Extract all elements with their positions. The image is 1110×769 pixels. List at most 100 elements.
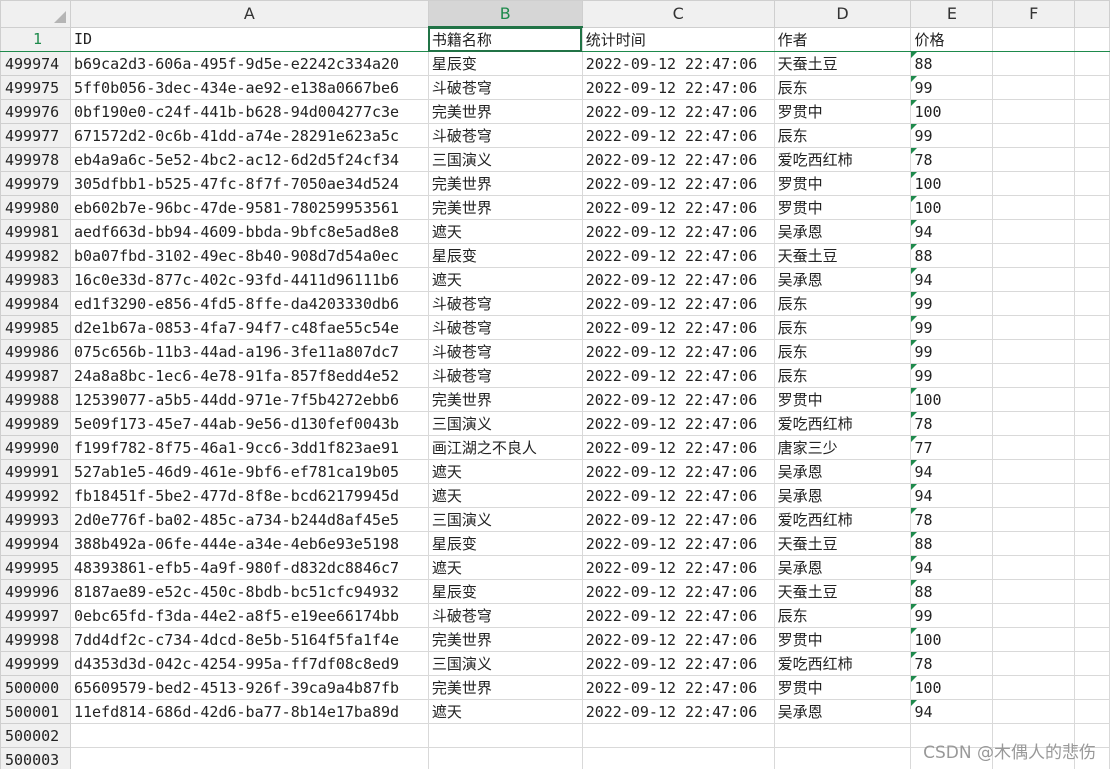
cell-empty[interactable] (1074, 507, 1110, 532)
cell-author[interactable]: 辰东 (773, 123, 912, 148)
row-header[interactable]: 499988 (0, 387, 71, 412)
cell-empty[interactable] (1074, 555, 1110, 580)
cell-header-time[interactable]: 统计时间 (581, 26, 775, 52)
cell-empty[interactable] (992, 675, 1076, 700)
row-header[interactable]: 499990 (0, 435, 71, 460)
cell-author[interactable]: 天蚕土豆 (773, 51, 912, 76)
cell-empty[interactable] (1074, 651, 1110, 676)
cell-id[interactable]: 0bf190e0-c24f-441b-b628-94d004277c3e (69, 99, 429, 124)
row-header[interactable]: 499980 (0, 195, 71, 220)
cell-price[interactable]: 100 (910, 387, 994, 412)
cell-empty[interactable] (992, 699, 1076, 724)
cell-price[interactable]: 99 (910, 75, 994, 100)
row-header[interactable]: 499983 (0, 267, 71, 292)
cell-time[interactable]: 2022-09-12 22:47:06 (581, 291, 775, 316)
cell-book[interactable]: 完美世界 (427, 627, 583, 652)
cell-price[interactable]: 94 (910, 699, 994, 724)
cell-author[interactable]: 辰东 (773, 315, 912, 340)
cell-empty[interactable] (992, 291, 1076, 316)
cell-empty[interactable] (427, 723, 583, 748)
cell-empty[interactable] (992, 555, 1076, 580)
cell-book[interactable]: 遮天 (427, 555, 583, 580)
cell-empty[interactable] (1074, 315, 1110, 340)
cell-empty[interactable] (1074, 243, 1110, 268)
row-header[interactable]: 499978 (0, 147, 71, 172)
cell-price[interactable]: 94 (910, 459, 994, 484)
cell-empty[interactable] (1074, 123, 1110, 148)
cell-time[interactable]: 2022-09-12 22:47:06 (581, 555, 775, 580)
row-header[interactable]: 499984 (0, 291, 71, 316)
cell-empty[interactable] (1074, 267, 1110, 292)
cell-author[interactable]: 吴承恩 (773, 699, 912, 724)
cell-empty[interactable] (1074, 75, 1110, 100)
cell-price[interactable]: 100 (910, 195, 994, 220)
cell-empty[interactable] (1074, 195, 1110, 220)
cell-price[interactable]: 99 (910, 315, 994, 340)
cell-empty[interactable] (69, 747, 429, 769)
cell-author[interactable]: 罗贯中 (773, 675, 912, 700)
cell-empty[interactable] (992, 243, 1076, 268)
cell-time[interactable]: 2022-09-12 22:47:06 (581, 267, 775, 292)
cell-time[interactable]: 2022-09-12 22:47:06 (581, 339, 775, 364)
cell-price[interactable]: 94 (910, 483, 994, 508)
cell-empty[interactable] (1074, 411, 1110, 436)
cell-empty[interactable] (992, 459, 1076, 484)
row-header[interactable]: 499991 (0, 459, 71, 484)
cell-id[interactable]: 671572d2-0c6b-41dd-a74e-28291e623a5c (69, 123, 429, 148)
row-header[interactable]: 499987 (0, 363, 71, 388)
cell-header-author[interactable]: 作者 (773, 26, 912, 52)
cell-time[interactable]: 2022-09-12 22:47:06 (581, 579, 775, 604)
cell-book[interactable]: 三国演义 (427, 411, 583, 436)
cell-book[interactable]: 斗破苍穹 (427, 603, 583, 628)
cell-author[interactable]: 辰东 (773, 363, 912, 388)
cell-empty[interactable] (992, 651, 1076, 676)
cell-id[interactable]: 24a8a8bc-1ec6-4e78-91fa-857f8edd4e52 (69, 363, 429, 388)
row-header[interactable]: 1 (0, 26, 71, 52)
cell-price[interactable]: 99 (910, 603, 994, 628)
cell-empty[interactable] (992, 603, 1076, 628)
cell-id[interactable]: eb602b7e-96bc-47de-9581-780259953561 (69, 195, 429, 220)
cell-id[interactable]: 5ff0b056-3dec-434e-ae92-e138a0667be6 (69, 75, 429, 100)
cell-empty[interactable] (1074, 387, 1110, 412)
cell-book[interactable]: 斗破苍穹 (427, 315, 583, 340)
cell-price[interactable]: 78 (910, 147, 994, 172)
cell-empty[interactable] (1074, 435, 1110, 460)
row-header[interactable]: 499982 (0, 243, 71, 268)
cell-time[interactable]: 2022-09-12 22:47:06 (581, 675, 775, 700)
cell-empty[interactable] (773, 747, 912, 769)
cell-author[interactable]: 吴承恩 (773, 267, 912, 292)
cell-header-empty[interactable] (992, 26, 1076, 52)
cell-author[interactable]: 吴承恩 (773, 459, 912, 484)
row-header[interactable]: 499974 (0, 51, 71, 76)
cell-id[interactable]: b0a07fbd-3102-49ec-8b40-908d7d54a0ec (69, 243, 429, 268)
row-header[interactable]: 499998 (0, 627, 71, 652)
cell-id[interactable]: d2e1b67a-0853-4fa7-94f7-c48fae55c54e (69, 315, 429, 340)
cell-author[interactable]: 辰东 (773, 75, 912, 100)
cell-empty[interactable] (992, 171, 1076, 196)
cell-time[interactable]: 2022-09-12 22:47:06 (581, 411, 775, 436)
cell-book[interactable]: 三国演义 (427, 651, 583, 676)
cell-book[interactable]: 遮天 (427, 267, 583, 292)
cell-empty[interactable] (992, 435, 1076, 460)
select-all-corner[interactable] (0, 0, 71, 28)
row-header[interactable]: 499995 (0, 555, 71, 580)
cell-author[interactable]: 吴承恩 (773, 219, 912, 244)
cell-time[interactable]: 2022-09-12 22:47:06 (581, 699, 775, 724)
column-header-g[interactable] (1074, 0, 1110, 28)
cell-book[interactable]: 遮天 (427, 483, 583, 508)
cell-id[interactable]: b69ca2d3-606a-495f-9d5e-e2242c334a20 (69, 51, 429, 76)
cell-book[interactable]: 星辰变 (427, 579, 583, 604)
cell-empty[interactable] (992, 627, 1076, 652)
cell-id[interactable]: 12539077-a5b5-44dd-971e-7f5b4272ebb6 (69, 387, 429, 412)
cell-empty[interactable] (1074, 603, 1110, 628)
cell-time[interactable]: 2022-09-12 22:47:06 (581, 123, 775, 148)
cell-empty[interactable] (1074, 627, 1110, 652)
cell-author[interactable]: 罗贯中 (773, 99, 912, 124)
cell-author[interactable]: 吴承恩 (773, 555, 912, 580)
cell-time[interactable]: 2022-09-12 22:47:06 (581, 459, 775, 484)
cell-time[interactable]: 2022-09-12 22:47:06 (581, 603, 775, 628)
cell-id[interactable]: 527ab1e5-46d9-461e-9bf6-ef781ca19b05 (69, 459, 429, 484)
cell-empty[interactable] (1074, 699, 1110, 724)
cell-book[interactable]: 遮天 (427, 219, 583, 244)
cell-empty[interactable] (992, 387, 1076, 412)
